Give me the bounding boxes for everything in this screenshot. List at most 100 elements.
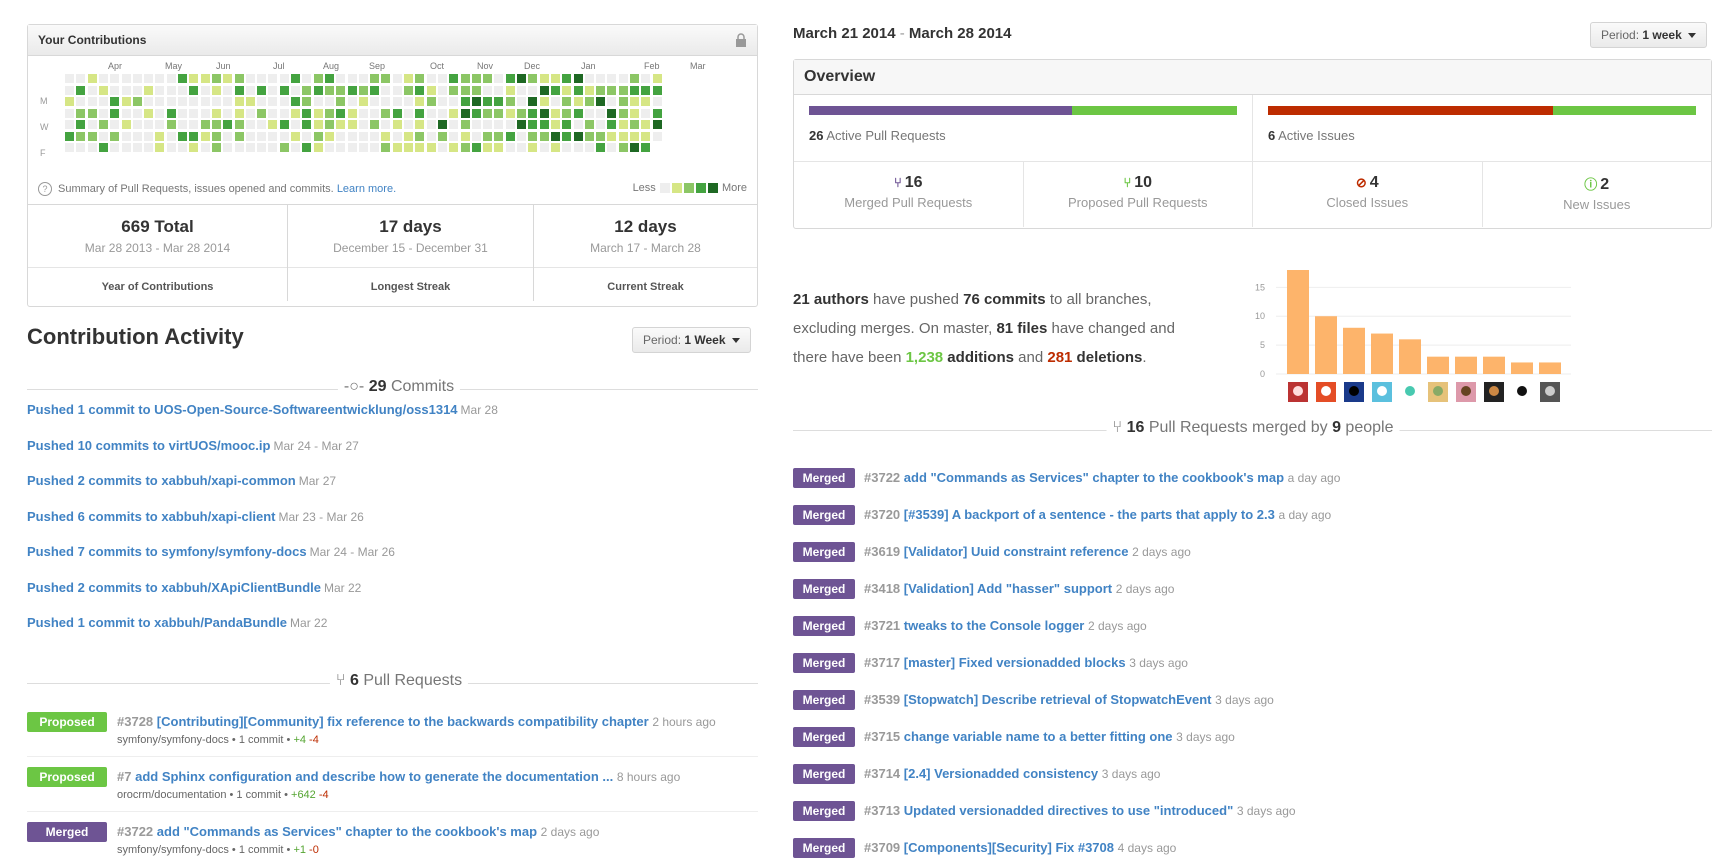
calendar-day[interactable]: [166, 120, 176, 129]
calendar-day[interactable]: [460, 74, 470, 83]
calendar-day[interactable]: [596, 120, 606, 129]
calendar-day[interactable]: [494, 97, 504, 106]
calendar-day[interactable]: [505, 74, 515, 83]
calendar-day[interactable]: [404, 131, 413, 141]
calendar-day[interactable]: [65, 97, 74, 106]
calendar-day[interactable]: [313, 143, 323, 152]
calendar-day[interactable]: [358, 108, 368, 118]
calendar-day[interactable]: [347, 120, 357, 129]
calendar-day[interactable]: [630, 143, 639, 152]
calendar-day[interactable]: [607, 143, 617, 152]
calendar-day[interactable]: [550, 97, 560, 106]
calendar-day[interactable]: [200, 120, 210, 129]
calendar-day[interactable]: [302, 74, 312, 83]
calendar-day[interactable]: [505, 131, 515, 141]
calendar-day[interactable]: [641, 74, 651, 83]
calendar-day[interactable]: [370, 108, 380, 118]
lock-icon[interactable]: [735, 33, 747, 47]
calendar-day[interactable]: [652, 85, 662, 95]
calendar-day[interactable]: [166, 74, 176, 83]
calendar-day[interactable]: [110, 143, 120, 152]
calendar-day[interactable]: [245, 74, 255, 83]
calendar-day[interactable]: [76, 131, 86, 141]
calendar-day[interactable]: [166, 97, 176, 106]
calendar-day[interactable]: [268, 120, 278, 129]
calendar-day[interactable]: [528, 108, 538, 118]
calendar-day[interactable]: [279, 143, 289, 152]
calendar-day[interactable]: [87, 131, 97, 141]
calendar-day[interactable]: [313, 97, 323, 106]
calendar-day[interactable]: [336, 120, 346, 129]
calendar-day[interactable]: [336, 74, 346, 83]
calendar-day[interactable]: [155, 74, 165, 83]
calendar-day[interactable]: [358, 85, 368, 95]
calendar-day[interactable]: [234, 131, 244, 141]
calendar-day[interactable]: [460, 143, 470, 152]
calendar-day[interactable]: [324, 131, 334, 141]
calendar-day[interactable]: [110, 85, 120, 95]
calendar-day[interactable]: [460, 120, 470, 129]
calendar-day[interactable]: [437, 120, 447, 129]
calendar-day[interactable]: [155, 85, 165, 95]
calendar-day[interactable]: [392, 85, 402, 95]
commit-link[interactable]: Pushed 2 commits to xabbuh/xapi-common: [27, 473, 296, 488]
calendar-day[interactable]: [65, 143, 74, 152]
calendar-day[interactable]: [257, 108, 267, 118]
pr-title-link[interactable]: [Validation] Add "hasser" support: [904, 581, 1112, 596]
calendar-day[interactable]: [573, 97, 583, 106]
chart-bar[interactable]: [1315, 316, 1337, 374]
calendar-day[interactable]: [155, 143, 165, 152]
calendar-day[interactable]: [189, 85, 199, 95]
calendar-day[interactable]: [200, 108, 210, 118]
calendar-day[interactable]: [437, 97, 447, 106]
calendar-day[interactable]: [528, 131, 538, 141]
calendar-day[interactable]: [245, 131, 255, 141]
calendar-day[interactable]: [65, 108, 74, 118]
calendar-day[interactable]: [189, 74, 199, 83]
calendar-day[interactable]: [279, 120, 289, 129]
calendar-day[interactable]: [223, 131, 233, 141]
calendar-day[interactable]: [483, 108, 493, 118]
calendar-day[interactable]: [324, 74, 334, 83]
calendar-day[interactable]: [279, 74, 289, 83]
calendar-day[interactable]: [584, 108, 594, 118]
calendar-day[interactable]: [449, 120, 459, 129]
calendar-day[interactable]: [381, 97, 391, 106]
calendar-day[interactable]: [132, 74, 142, 83]
calendar-day[interactable]: [87, 108, 97, 118]
calendar-day[interactable]: [234, 74, 244, 83]
calendar-day[interactable]: [211, 74, 221, 83]
calendar-day[interactable]: [528, 120, 538, 129]
calendar-day[interactable]: [392, 108, 402, 118]
calendar-day[interactable]: [562, 85, 572, 95]
calendar-day[interactable]: [358, 97, 368, 106]
calendar-day[interactable]: [291, 108, 300, 118]
calendar-day[interactable]: [87, 97, 97, 106]
calendar-day[interactable]: [449, 85, 459, 95]
calendar-day[interactable]: [618, 74, 628, 83]
calendar-day[interactable]: [652, 108, 662, 118]
calendar-day[interactable]: [437, 108, 447, 118]
calendar-day[interactable]: [415, 97, 425, 106]
calendar-day[interactable]: [132, 131, 142, 141]
calendar-day[interactable]: [76, 85, 86, 95]
calendar-day[interactable]: [110, 108, 120, 118]
calendar-day[interactable]: [87, 143, 97, 152]
calendar-day[interactable]: [596, 131, 606, 141]
calendar-day[interactable]: [166, 85, 176, 95]
calendar-day[interactable]: [211, 131, 221, 141]
calendar-day[interactable]: [630, 131, 639, 141]
calendar-day[interactable]: [573, 85, 583, 95]
calendar-day[interactable]: [223, 85, 233, 95]
calendar-day[interactable]: [426, 143, 436, 152]
calendar-day[interactable]: [392, 143, 402, 152]
calendar-day[interactable]: [562, 131, 572, 141]
calendar-day[interactable]: [539, 143, 549, 152]
calendar-day[interactable]: [121, 131, 131, 141]
calendar-day[interactable]: [449, 131, 459, 141]
calendar-day[interactable]: [324, 97, 334, 106]
calendar-day[interactable]: [336, 143, 346, 152]
calendar-day[interactable]: [302, 120, 312, 129]
commit-link[interactable]: Pushed 2 commits to xabbuh/XApiClientBun…: [27, 580, 321, 595]
calendar-day[interactable]: [98, 143, 108, 152]
